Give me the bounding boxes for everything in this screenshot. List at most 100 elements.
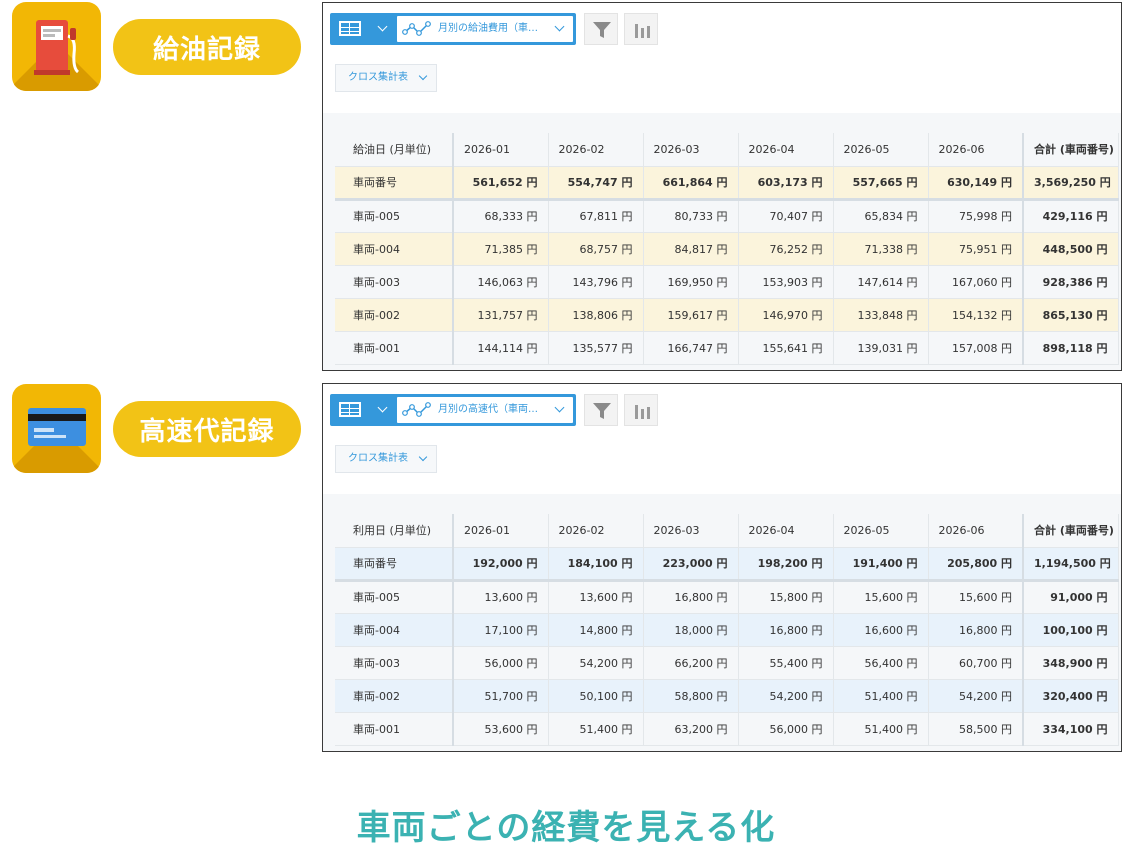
chart-settings-button[interactable]	[624, 13, 658, 45]
chevron-down-icon	[377, 21, 388, 32]
credit-card-icon	[28, 408, 86, 446]
cross-table-area: 利用日 (月単位) 2026-01 2026-02 2026-03 2026-04 202…	[323, 494, 1121, 751]
value-cell: 16,800 円	[928, 613, 1024, 647]
value-cell: 166,747 円	[643, 331, 739, 365]
value-cell: 14,800 円	[548, 613, 644, 647]
value-cell: 70,407 円	[738, 199, 834, 233]
month-column-header[interactable]: 2026-06	[928, 514, 1024, 548]
row-label: 車両-003	[335, 265, 454, 299]
value-cell: 16,600 円	[833, 613, 929, 647]
month-column-header[interactable]: 2026-04	[738, 514, 834, 548]
table-row[interactable]: 車両-004 71,385 円 68,757 円 84,817 円 76,252 円 71…	[335, 232, 1119, 266]
row-axis-header[interactable]: 利用日 (月単位)	[335, 514, 454, 548]
month-column-header[interactable]: 2026-01	[453, 133, 549, 167]
month-column-header[interactable]: 2026-03	[643, 514, 739, 548]
row-label: 車両-004	[335, 232, 454, 266]
table-row[interactable]: 車両-005 68,333 円 67,811 円 80,733 円 70,407 円 65…	[335, 199, 1119, 233]
total-column-header[interactable]: 合計 (車両番号)	[1022, 514, 1119, 548]
value-cell: 157,008 円	[928, 331, 1024, 365]
table-header-row: 給油日 (月単位) 2026-01 2026-02 2026-03 2026-04 202…	[335, 133, 1119, 167]
value-cell: 51,400 円	[833, 679, 929, 713]
row-label: 車両-005	[335, 199, 454, 233]
highway-app-icon[interactable]	[12, 384, 101, 473]
chart-settings-button[interactable]	[624, 394, 658, 426]
value-cell: 80,733 円	[643, 199, 739, 233]
table-row[interactable]: 車両-004 17,100 円 14,800 円 18,000 円 16,800 円 16…	[335, 613, 1119, 647]
month-column-header[interactable]: 2026-04	[738, 133, 834, 167]
fuel-app-icon[interactable]	[12, 2, 101, 91]
value-cell: 661,864 円	[643, 166, 739, 201]
value-cell: 56,400 円	[833, 646, 929, 680]
table-row[interactable]: 車両-001 144,114 円 135,577 円 166,747 円 155,641…	[335, 331, 1119, 365]
view-type-label: クロス集計表	[348, 72, 408, 83]
value-cell: 133,848 円	[833, 298, 929, 332]
fuel-record-label[interactable]: 給油記録	[113, 19, 301, 75]
value-cell: 154,132 円	[928, 298, 1024, 332]
value-cell: 84,817 円	[643, 232, 739, 266]
row-label: 車両番号	[335, 547, 454, 582]
filter-icon	[593, 403, 611, 419]
row-label: 車両番号	[335, 166, 454, 201]
table-row[interactable]: 車両-003 146,063 円 143,796 円 169,950 円 153,903…	[335, 265, 1119, 299]
table-view-icon	[339, 21, 361, 36]
value-cell: 51,700 円	[453, 679, 549, 713]
value-cell: 153,903 円	[738, 265, 834, 299]
value-cell: 205,800 円	[928, 547, 1024, 582]
month-column-header[interactable]: 2026-03	[643, 133, 739, 167]
chevron-down-icon	[554, 21, 565, 32]
table-row[interactable]: 車両-001 53,600 円 51,400 円 63,200 円 56,000 円 51…	[335, 712, 1119, 746]
summary-row[interactable]: 車両番号 192,000 円 184,100 円 223,000 円 198,200 円…	[335, 547, 1119, 582]
value-cell: 54,200 円	[738, 679, 834, 713]
row-total-cell: 865,130 円	[1022, 298, 1119, 332]
table-row[interactable]: 車両-002 131,757 円 138,806 円 159,617 円 146,970…	[335, 298, 1119, 332]
value-cell: 68,333 円	[453, 199, 549, 233]
highway-report-panel: 月別の高速代（車両… クロス集計表 利用日 (月単位) 2026-01 2026-0…	[322, 383, 1122, 752]
month-column-header[interactable]: 2026-01	[453, 514, 549, 548]
highway-record-label[interactable]: 高速代記録	[113, 401, 301, 457]
value-cell: 223,000 円	[643, 547, 739, 582]
row-total-cell: 3,569,250 円	[1022, 166, 1119, 201]
value-cell: 169,950 円	[643, 265, 739, 299]
row-label: 車両-004	[335, 613, 454, 647]
month-column-header[interactable]: 2026-02	[548, 514, 644, 548]
month-column-header[interactable]: 2026-05	[833, 514, 929, 548]
value-cell: 55,400 円	[738, 646, 834, 680]
cross-table-area: 給油日 (月単位) 2026-01 2026-02 2026-03 2026-04 202…	[323, 113, 1121, 370]
table-header-row: 利用日 (月単位) 2026-01 2026-02 2026-03 2026-04 202…	[335, 514, 1119, 548]
line-chart-icon	[402, 21, 431, 36]
cross-table: 給油日 (月単位) 2026-01 2026-02 2026-03 2026-04 202…	[335, 133, 1119, 365]
filter-icon	[593, 22, 611, 38]
value-cell: 146,970 円	[738, 298, 834, 332]
value-cell: 51,400 円	[548, 712, 644, 746]
month-column-header[interactable]: 2026-06	[928, 133, 1024, 167]
table-row[interactable]: 車両-005 13,600 円 13,600 円 16,800 円 15,800 円 15…	[335, 580, 1119, 614]
table-row[interactable]: 車両-003 56,000 円 54,200 円 66,200 円 55,400 円 56…	[335, 646, 1119, 680]
filter-button[interactable]	[584, 13, 618, 45]
value-cell: 58,500 円	[928, 712, 1024, 746]
cross-table-selector[interactable]: クロス集計表	[335, 64, 437, 92]
month-column-header[interactable]: 2026-05	[833, 133, 929, 167]
table-row[interactable]: 車両-002 51,700 円 50,100 円 58,800 円 54,200 円 51…	[335, 679, 1119, 713]
graph-name: 月別の高速代（車両…	[438, 404, 538, 415]
graph-selector[interactable]: 月別の高速代（車両…	[397, 397, 573, 423]
value-cell: 67,811 円	[548, 199, 644, 233]
filter-button[interactable]	[584, 394, 618, 426]
row-axis-header[interactable]: 給油日 (月単位)	[335, 133, 454, 167]
cross-table: 利用日 (月単位) 2026-01 2026-02 2026-03 2026-04 202…	[335, 514, 1119, 746]
row-total-cell: 429,116 円	[1022, 199, 1119, 233]
value-cell: 17,100 円	[453, 613, 549, 647]
cross-table-selector[interactable]: クロス集計表	[335, 445, 437, 473]
value-cell: 146,063 円	[453, 265, 549, 299]
month-column-header[interactable]: 2026-02	[548, 133, 644, 167]
value-cell: 603,173 円	[738, 166, 834, 201]
chevron-down-icon	[418, 452, 428, 462]
bar-chart-icon	[635, 405, 650, 419]
summary-row[interactable]: 車両番号 561,652 円 554,747 円 661,864 円 603,173 円…	[335, 166, 1119, 201]
graph-selector[interactable]: 月別の給油費用（車…	[397, 16, 573, 42]
total-column-header[interactable]: 合計 (車両番号)	[1022, 133, 1119, 167]
view-selector[interactable]: 月別の給油費用（車…	[330, 13, 576, 45]
fuel-pump-icon	[34, 20, 80, 75]
row-label: 車両-001	[335, 331, 454, 365]
view-selector[interactable]: 月別の高速代（車両…	[330, 394, 576, 426]
value-cell: 198,200 円	[738, 547, 834, 582]
